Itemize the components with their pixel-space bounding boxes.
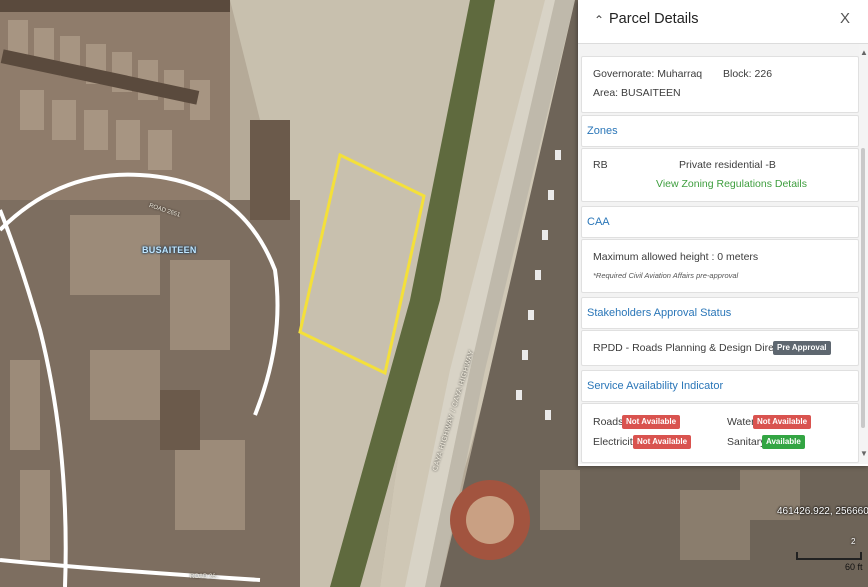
zones-title: Zones [587,125,618,137]
service-label-sanitary: Sanitary [727,436,766,448]
caa-card: Maximum allowed height : 0 meters *Requi… [581,239,859,293]
area-text: Area: BUSAITEEN [593,87,681,99]
area-label: BUSAITEEN [142,245,197,255]
caa-note: *Required Civil Aviation Affairs pre-app… [593,271,739,280]
status-badge: Not Available [633,435,692,449]
panel-header: ⌃ Parcel Details X [578,0,868,44]
scale-bar-tick [796,552,798,560]
governorate-text: Governorate: Muharraq [593,68,703,80]
caa-title: CAA [587,216,610,228]
block-text: Block: 226 [723,68,773,80]
service-label-roads: Roads [593,416,624,428]
stakeholders-section-header[interactable]: Stakeholders Approval Status [581,297,859,329]
zones-section-header[interactable]: Zones [581,115,859,147]
panel-scrollbar[interactable]: ▲ ▼ [859,44,868,464]
status-badge: Pre Approval [773,341,831,355]
service-label-water: Water [727,416,755,428]
status-badge: Not Available [622,415,681,429]
stakeholders-title: Stakeholders Approval Status [587,307,732,319]
scale-label: 60 ft [845,562,863,572]
status-badge: Not Available [753,415,812,429]
max-height-text: Maximum allowed height : 0 meters [593,251,759,263]
parcel-info-card: Governorate: Muharraq Block: 226 Area: B… [581,56,859,113]
stakeholders-card: RPDD - Roads Planning & Design Directora… [581,330,859,366]
scroll-up-icon[interactable]: ▲ [860,48,868,57]
services-card: Roads Not Available Water Not Available … [581,403,859,463]
panel-body[interactable]: Governorate: Muharraq Block: 226 Area: B… [578,44,859,464]
scroll-down-icon[interactable]: ▼ [860,449,868,458]
zoning-regulations-link[interactable]: View Zoning Regulations Details [656,178,807,190]
close-button[interactable]: X [840,10,850,27]
chevron-double-up-icon[interactable]: ⌃ [594,13,604,27]
status-badge: Available [762,435,805,449]
services-section-header[interactable]: Service Availability Indicator [581,370,859,402]
zone-description: Private residential -B [679,159,776,171]
road-label: ROAD 26.. [190,574,220,580]
parcel-details-panel: ⌃ Parcel Details X Governorate: Muharraq… [578,0,868,466]
scale-bar-line [796,558,862,560]
panel-title: Parcel Details [609,11,699,27]
caa-section-header[interactable]: CAA [581,206,859,238]
scale-bar [796,548,862,562]
coordinates-readout: 461426.922, 2566602.5 [777,506,868,517]
zone-code: RB [593,159,608,171]
scale-bar-tick [860,552,862,560]
zones-card: RB Private residential -B View Zoning Re… [581,148,859,202]
services-title: Service Availability Indicator [587,380,724,392]
service-label-electricity: Electricity [593,436,638,448]
scroll-thumb[interactable] [861,148,865,428]
scale-number: 2 [851,537,856,546]
